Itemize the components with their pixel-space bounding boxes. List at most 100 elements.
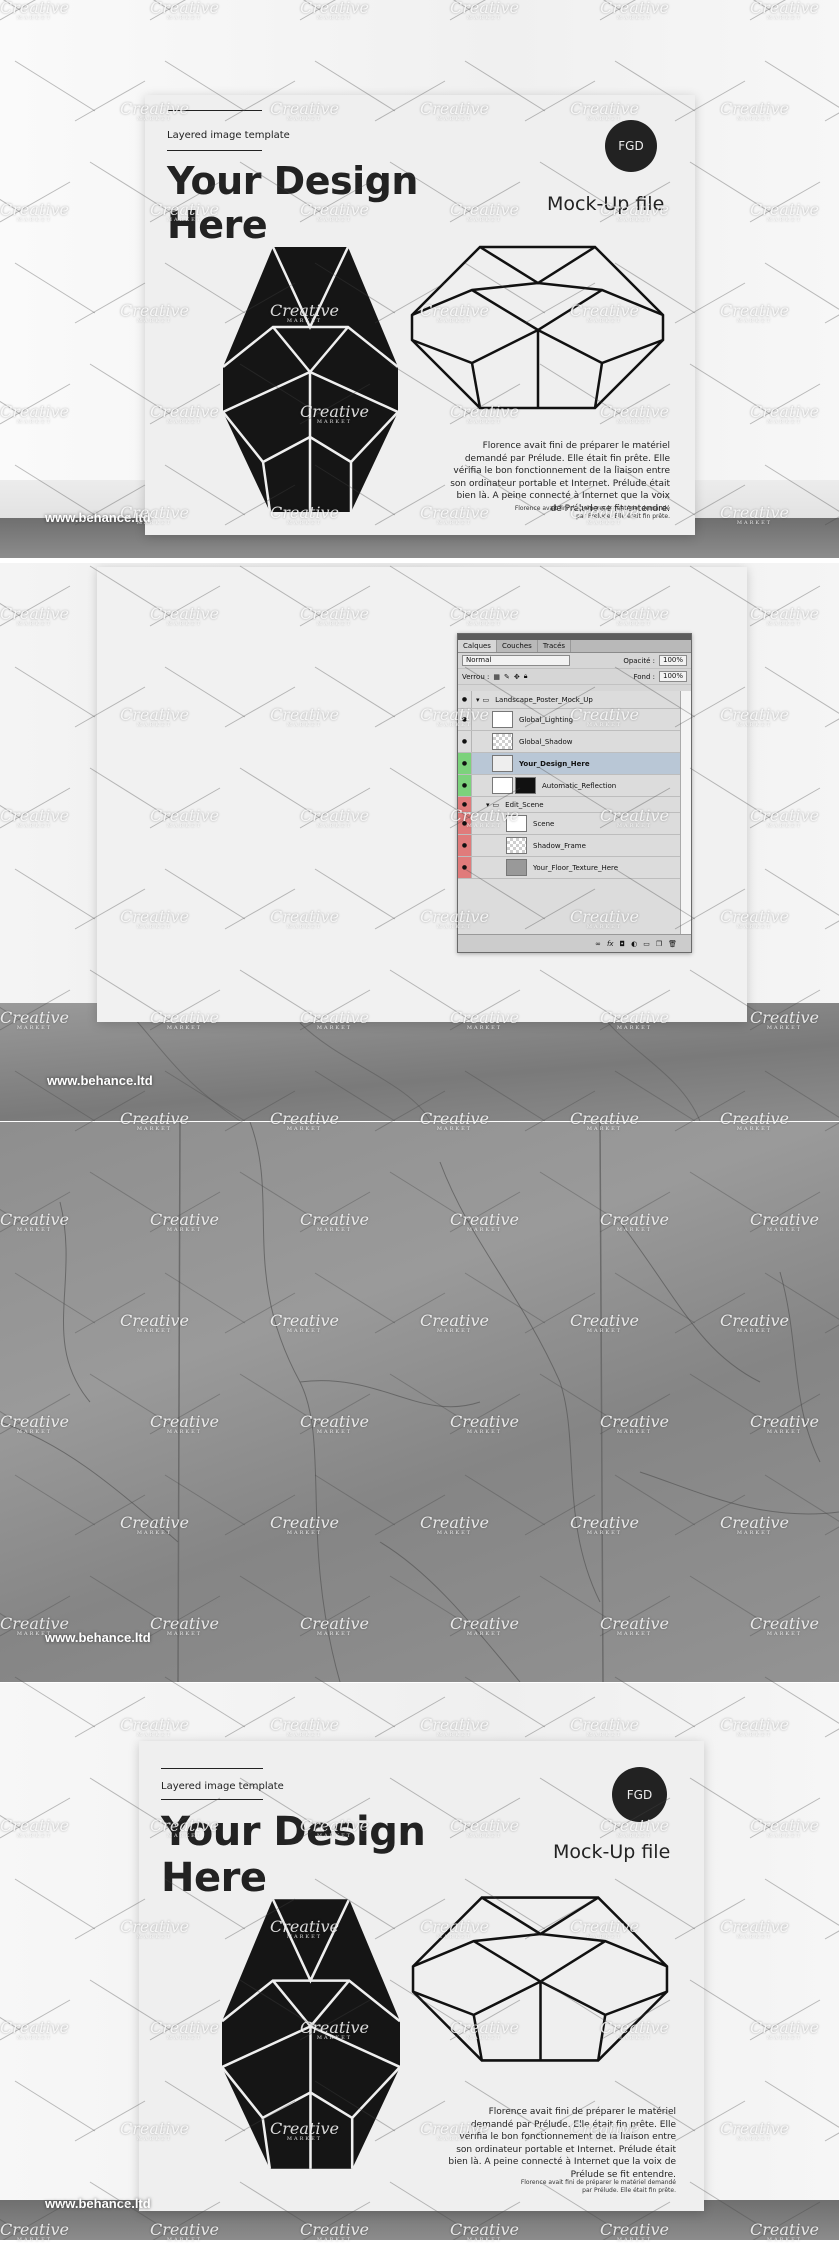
eye-icon[interactable]: ● xyxy=(458,691,472,708)
poster-subtitle: Mock-Up file xyxy=(547,193,665,215)
fill-input[interactable]: 100% xyxy=(658,671,687,682)
layer-name: Global_Shadow xyxy=(519,737,573,746)
layer-list: ● ▾ ▭ Landscape_Poster_Mock_Up ● Global_… xyxy=(458,691,681,934)
label-rule xyxy=(167,150,262,151)
poster-fine-print: Florence avait fini de préparer le matér… xyxy=(514,505,670,521)
mask-icon[interactable]: ◘ xyxy=(620,940,626,948)
layer-name: Global_Lighting xyxy=(519,715,574,724)
lock-all-icon[interactable]: 🔒︎ xyxy=(524,672,528,681)
fx-icon[interactable]: fx xyxy=(607,940,614,948)
poster-title: Your Design Here xyxy=(167,159,418,247)
website-credit: www.behance.ltd xyxy=(45,510,151,525)
tab-channels[interactable]: Couches xyxy=(497,640,538,652)
lock-row: Verrou : ▦ ✎ ✥ 🔒︎ Fond : 100% xyxy=(458,669,691,685)
layer-row-landscape-poster-mock-up[interactable]: ● ▾ ▭ Landscape_Poster_Mock_Up xyxy=(458,691,681,709)
layer-name: Shadow_Frame xyxy=(533,841,586,850)
website-credit: www.behance.ltd xyxy=(47,1073,153,1088)
tab-paths[interactable]: Tracés xyxy=(538,640,572,652)
panel-tabs: Calques Couches Tracés xyxy=(458,640,691,653)
folder-icon: ▭ xyxy=(482,695,490,704)
label-rule xyxy=(161,1768,263,1769)
smart-object-thumbnail xyxy=(506,859,527,876)
poster-body-text: Florence avait fini de préparer le matér… xyxy=(448,2107,676,2180)
fgd-badge: FGD xyxy=(605,120,657,172)
layer-row-shadow-frame[interactable]: ● Shadow_Frame xyxy=(458,835,681,857)
panel-bottom-toolbar: ∞ fx ◘ ◐ ▭ ❐ 🗑︎ xyxy=(458,934,691,952)
layer-name: Automatic_Reflection xyxy=(542,781,617,790)
title-line: Your Design xyxy=(161,1809,426,1855)
layer-thumbnail xyxy=(492,777,513,794)
mockup-panel-2: www.behance.ltd xyxy=(0,563,839,1121)
template-label: Layered image template xyxy=(167,130,290,141)
layer-thumbnail xyxy=(492,711,513,728)
mockup-panel-4: Layered image template Your Design Here … xyxy=(0,1683,839,2240)
opacity-input[interactable]: 100% xyxy=(658,655,687,666)
marble-texture-panel: www.behance.ltd xyxy=(0,1122,839,1682)
layer-thumbnail xyxy=(506,837,527,854)
layer-row-automatic-reflection[interactable]: ● Automatic_Reflection xyxy=(458,775,681,797)
fgd-badge: FGD xyxy=(612,1767,667,1822)
trash-icon[interactable]: 🗑︎ xyxy=(668,940,677,948)
lock-move-icon[interactable]: ✥ xyxy=(514,673,520,681)
disclosure-arrow-icon[interactable]: ▾ xyxy=(486,801,490,809)
layer-name: Landscape_Poster_Mock_Up xyxy=(495,695,593,704)
mask-thumbnail xyxy=(515,777,536,794)
poster-title: Your Design Here xyxy=(161,1809,426,1901)
layer-row-your-design-here[interactable]: ● Your_Design_Here xyxy=(458,753,681,775)
poster: Layered image template Your Design Here … xyxy=(139,1741,704,2211)
eye-icon[interactable]: ● xyxy=(458,857,472,878)
black-gem-icon xyxy=(223,247,398,512)
black-gem-icon xyxy=(222,1898,400,2169)
outline-gem-icon xyxy=(411,1896,669,2062)
adjustment-icon[interactable]: ◐ xyxy=(631,940,637,948)
lock-label: Verrou : xyxy=(462,672,490,681)
layer-thumbnail xyxy=(492,733,513,750)
outline-gem-icon xyxy=(410,245,665,410)
label-rule xyxy=(167,110,262,111)
opacity-label: Opacité : xyxy=(623,656,655,665)
blend-row: Normal Opacité : 100% xyxy=(458,653,691,669)
tab-layers[interactable]: Calques xyxy=(458,640,497,652)
marble-tiles xyxy=(0,1122,839,1682)
eye-icon[interactable]: ● xyxy=(458,835,472,856)
layer-row-your-floor-texture-here[interactable]: ● Your_Floor_Texture_Here xyxy=(458,857,681,879)
layers-scrollbar[interactable] xyxy=(680,691,691,934)
website-credit: www.behance.ltd xyxy=(45,2196,151,2211)
label-rule xyxy=(161,1799,263,1800)
folder-icon: ▭ xyxy=(492,800,500,809)
title-line: Here xyxy=(161,1855,267,1901)
eye-icon[interactable]: ● xyxy=(458,709,472,730)
link-icon[interactable]: ∞ xyxy=(595,940,601,948)
fill-label: Fond : xyxy=(633,672,655,681)
layer-row-edit-scene[interactable]: ● ▾ ▭ Edit_Scene xyxy=(458,797,681,813)
poster: Layered image template Your Design Here … xyxy=(145,95,695,535)
lock-brush-icon[interactable]: ✎ xyxy=(504,673,510,681)
layer-row-scene[interactable]: ● Scene xyxy=(458,813,681,835)
smart-object-thumbnail xyxy=(492,755,513,772)
title-line: Here xyxy=(167,202,268,247)
new-layer-icon[interactable]: ❐ xyxy=(656,940,662,948)
disclosure-arrow-icon[interactable]: ▾ xyxy=(476,696,480,704)
blend-mode-select[interactable]: Normal xyxy=(462,655,570,666)
layer-row-global-lighting[interactable]: ● Global_Lighting xyxy=(458,709,681,731)
layer-row-global-shadow[interactable]: ● Global_Shadow xyxy=(458,731,681,753)
eye-icon[interactable]: ● xyxy=(458,797,472,812)
layer-name: Your_Floor_Texture_Here xyxy=(533,863,619,872)
layers-panel: Calques Couches Tracés Normal Opacité : … xyxy=(457,633,692,953)
poster-fine-print: Florence avait fini de préparer le matér… xyxy=(520,2179,676,2195)
lock-transparency-icon[interactable]: ▦ xyxy=(493,673,500,681)
eye-icon[interactable]: ● xyxy=(458,775,472,796)
layer-name: Edit_Scene xyxy=(505,800,544,809)
eye-icon[interactable]: ● xyxy=(458,813,472,834)
eye-icon[interactable]: ● xyxy=(458,731,472,752)
eye-icon[interactable]: ● xyxy=(458,753,472,774)
poster-subtitle: Mock-Up file xyxy=(553,1841,671,1863)
title-line: Your Design xyxy=(167,159,418,203)
layer-name: Your_Design_Here xyxy=(519,759,590,768)
layer-thumbnail xyxy=(506,815,527,832)
mockup-panel-1: Layered image template Your Design Here … xyxy=(0,0,839,558)
website-credit: www.behance.ltd xyxy=(45,1630,151,1645)
folder-icon[interactable]: ▭ xyxy=(643,940,650,948)
layer-name: Scene xyxy=(533,819,555,828)
template-label: Layered image template xyxy=(161,1781,284,1792)
